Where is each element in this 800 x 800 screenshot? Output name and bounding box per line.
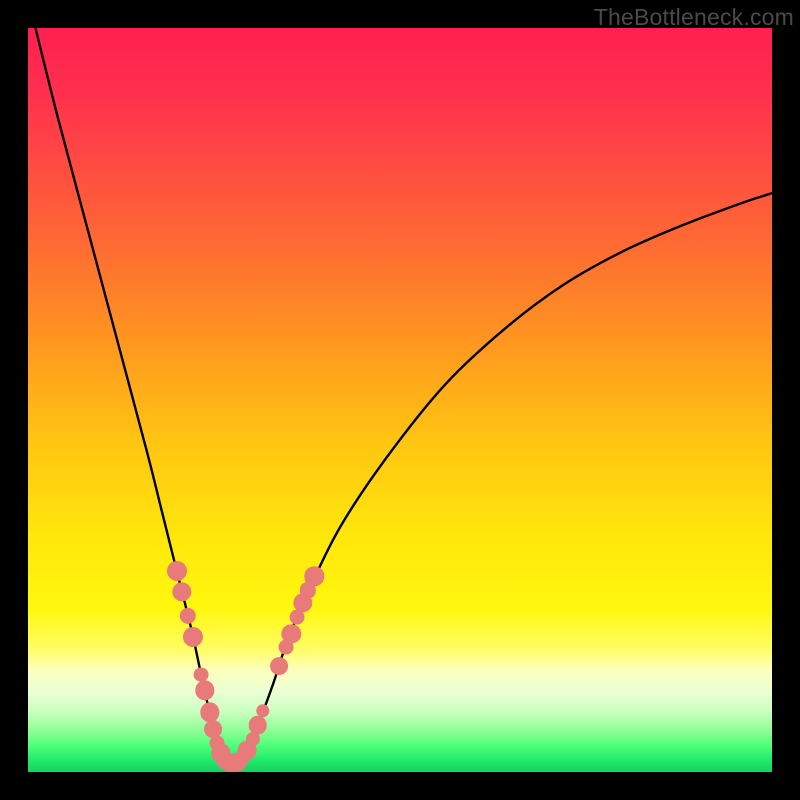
highlight-dot xyxy=(167,561,187,581)
plot-area xyxy=(28,28,772,772)
background-gradient xyxy=(28,28,772,772)
highlight-dot xyxy=(249,716,268,735)
highlight-dot xyxy=(271,657,289,675)
highlight-dot xyxy=(183,627,203,647)
watermark-text: TheBottleneck.com xyxy=(594,4,794,31)
chart-frame: TheBottleneck.com xyxy=(0,0,800,800)
